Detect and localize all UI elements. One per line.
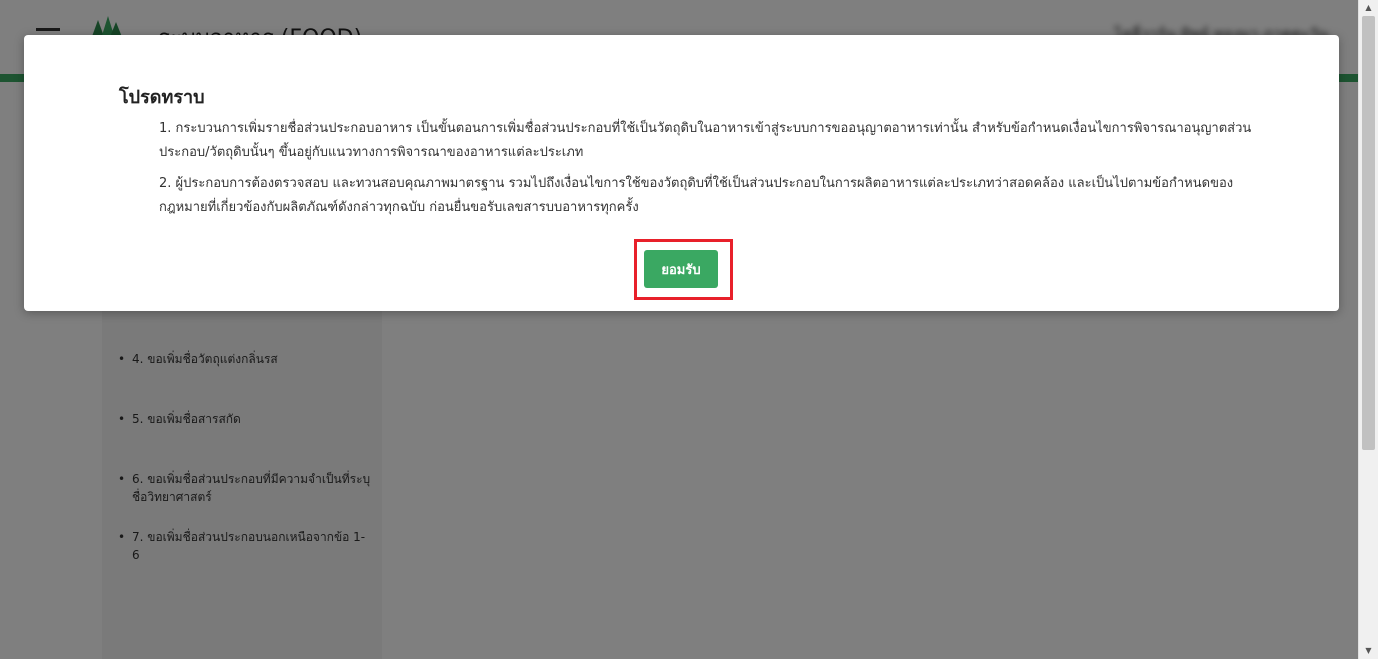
- notice-modal: โปรดทราบ 1. กระบวนการเพิ่มรายชื่อส่วนประ…: [24, 35, 1339, 311]
- modal-title: โปรดทราบ: [119, 87, 205, 108]
- scrollbar-thumb[interactable]: [1362, 16, 1375, 450]
- scroll-down-arrow-icon[interactable]: ▼: [1359, 643, 1378, 659]
- scroll-up-arrow-icon[interactable]: ▲: [1359, 0, 1378, 16]
- notice-paragraph-2: 2. ผู้ประกอบการต้องตรวจสอบ และทวนสอบคุณภ…: [159, 176, 1234, 215]
- page-scrollbar[interactable]: ▲ ▼: [1358, 0, 1378, 659]
- accept-button[interactable]: ยอมรับ: [644, 250, 718, 288]
- notice-paragraph-1: 1. กระบวนการเพิ่มรายชื่อส่วนประกอบอาหาร …: [159, 121, 1252, 160]
